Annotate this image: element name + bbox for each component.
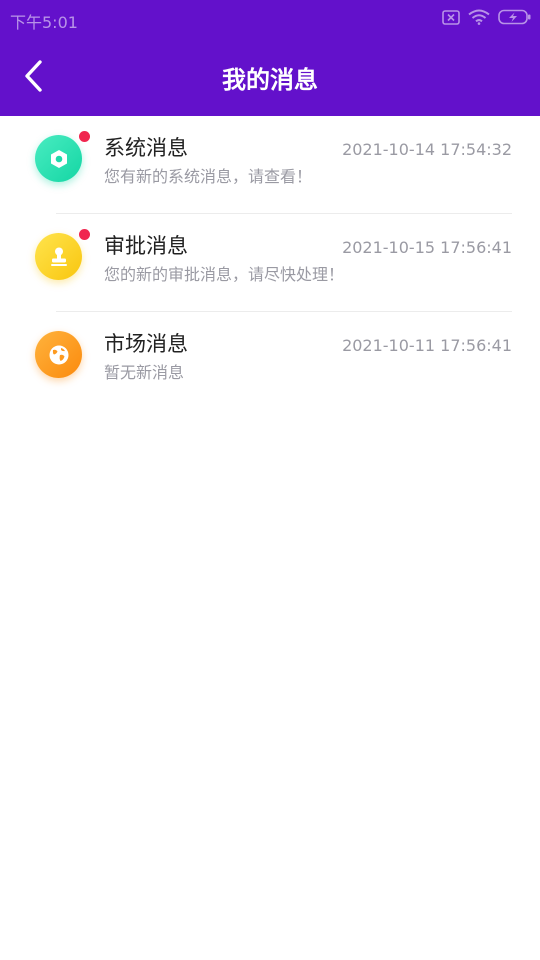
message-time: 2021-10-11 17:56:41 [342, 336, 512, 355]
approval-message-avatar [35, 233, 82, 280]
message-preview: 您的新的审批消息，请尽快处理！ [104, 265, 345, 284]
status-icons [442, 8, 532, 30]
unread-dot [79, 131, 90, 142]
list-item-market-message[interactable]: 市场消息 暂无新消息 2021-10-11 17:56:41 [0, 312, 540, 410]
message-title: 系统消息 [104, 136, 188, 160]
system-message-avatar [35, 135, 82, 182]
status-time: 下午5:01 [10, 13, 78, 32]
nav-bar: 我的消息 [0, 38, 540, 116]
stamp-icon [50, 247, 67, 266]
sim-off-icon [442, 9, 460, 29]
message-title: 市场消息 [104, 332, 188, 356]
app-header: 下午5:01 我的消息 [0, 0, 540, 116]
message-preview: 暂无新消息 [104, 363, 185, 382]
message-preview: 您有新的系统消息，请查看！ [104, 167, 313, 186]
list-item-approval-message[interactable]: 审批消息 您的新的审批消息，请尽快处理！ 2021-10-15 17:56:41 [0, 214, 540, 312]
wifi-icon [468, 9, 490, 29]
message-time: 2021-10-15 17:56:41 [342, 238, 512, 257]
message-list: 系统消息 您有新的系统消息，请查看！ 2021-10-14 17:54:32 审… [0, 116, 540, 410]
hexagon-nut-icon [50, 149, 67, 168]
globe-icon [49, 345, 68, 364]
list-item-system-message[interactable]: 系统消息 您有新的系统消息，请查看！ 2021-10-14 17:54:32 [0, 116, 540, 214]
battery-charging-icon [498, 9, 532, 29]
status-bar: 下午5:01 [0, 0, 540, 38]
page-title: 我的消息 [222, 66, 318, 94]
market-message-avatar [35, 331, 82, 378]
message-time: 2021-10-14 17:54:32 [342, 140, 512, 159]
message-title: 审批消息 [104, 234, 188, 258]
unread-dot [79, 229, 90, 240]
